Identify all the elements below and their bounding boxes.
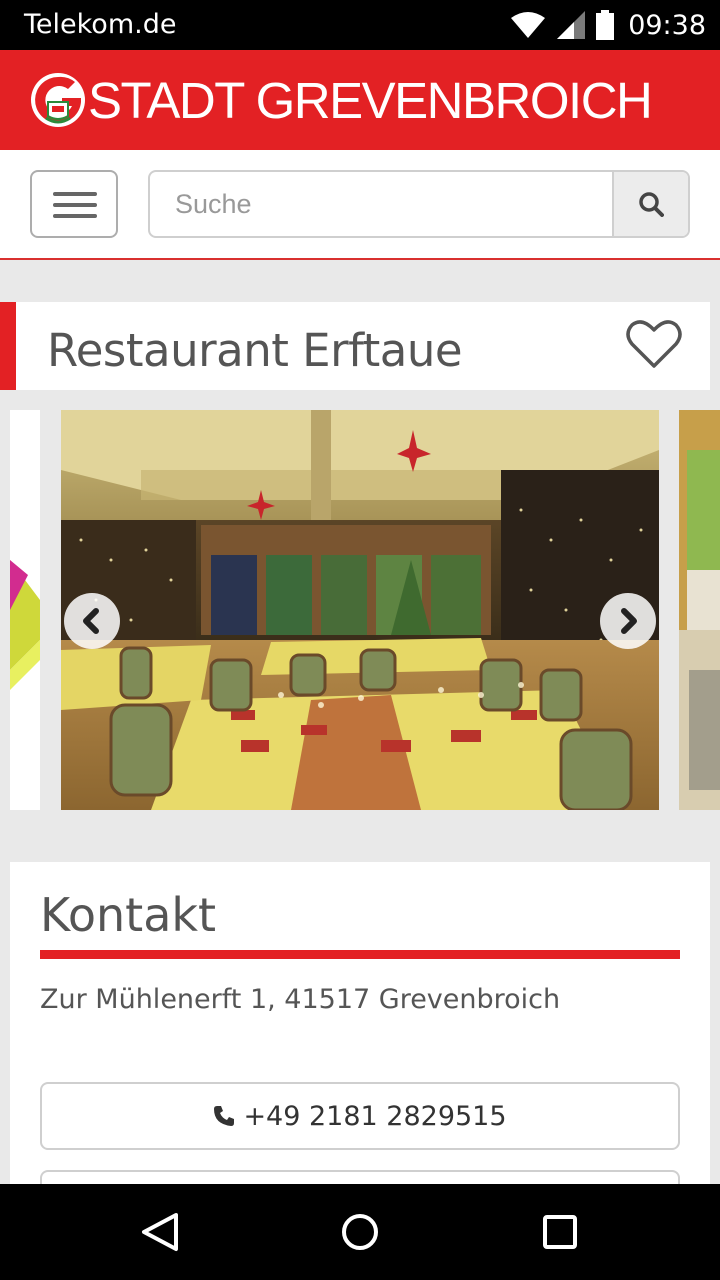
contact-divider [40,950,680,959]
signal-icon [557,11,586,39]
gallery-next-button[interactable] [600,593,656,649]
phone-icon [214,1106,235,1126]
battery-icon [596,10,615,40]
phone-button[interactable]: +49 2181 2829515 [40,1082,680,1150]
nav-row [0,150,720,260]
status-bar: Telekom.de 09:38 [0,0,720,50]
system-nav-bar [0,1184,720,1280]
contact-heading: Kontakt [40,888,217,942]
hamburger-icon [53,192,97,196]
chevron-left-icon [83,608,99,634]
wifi-icon [511,12,546,38]
site-title[interactable]: STADT GREVENBROICH [88,71,653,130]
home-icon[interactable] [340,1212,380,1252]
carrier-name: Telekom.de [24,9,177,40]
city-logo-icon[interactable] [28,70,88,130]
address-text: Zur Mühlenerft 1, 41517 Grevenbroich [40,984,561,1015]
previous-slide-peek [10,410,40,810]
clock: 09:38 [628,9,706,41]
title-accent-bar [0,302,16,390]
search-box [148,170,690,238]
next-slide-peek [679,410,720,810]
image-gallery[interactable] [0,410,720,810]
status-icons: 09:38 [510,8,706,42]
phone-number: +49 2181 2829515 [243,1100,507,1132]
chevron-right-icon [621,608,637,634]
search-icon [639,192,664,217]
search-input[interactable] [150,172,614,236]
gallery-prev-button[interactable] [64,593,120,649]
page-title: Restaurant Erftaue [47,324,463,377]
title-card: Restaurant Erftaue [0,302,710,390]
heart-icon[interactable] [626,318,682,370]
contact-card: Kontakt Zur Mühlenerft 1, 41517 Grevenbr… [10,862,710,1210]
menu-button[interactable] [30,170,118,238]
search-button[interactable] [612,172,688,236]
hamburger-icon-line [53,203,97,207]
recents-icon[interactable] [542,1214,578,1250]
site-header: STADT GREVENBROICH [0,50,720,150]
back-icon[interactable] [138,1212,182,1252]
hamburger-icon-line [53,214,97,218]
gallery-image [61,410,659,810]
